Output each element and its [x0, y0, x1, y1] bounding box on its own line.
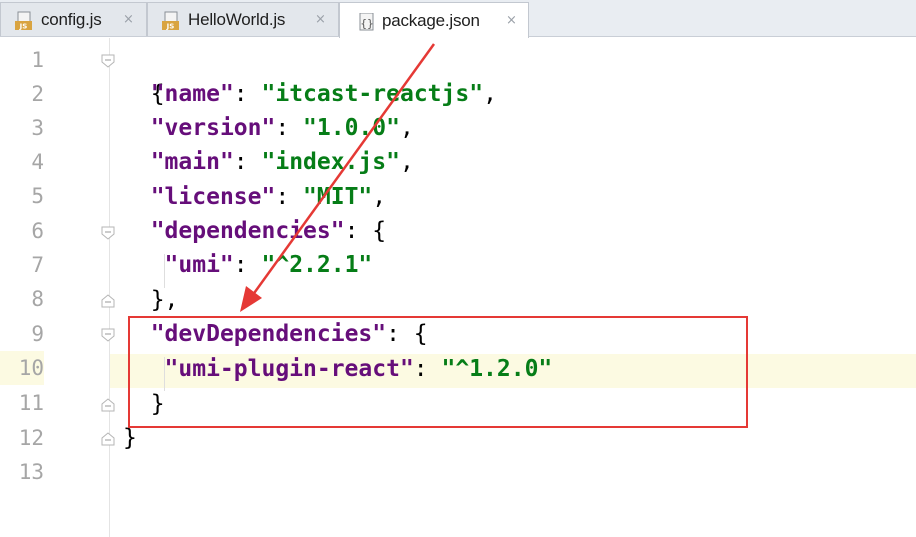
line-number: 8	[31, 287, 44, 311]
code-punct: },	[150, 287, 179, 313]
line-number: 7	[31, 253, 44, 277]
json-string: "1.0.0"	[303, 115, 400, 141]
editor-tab-bar: JS config.js × JS HelloWorld.js × {} pac…	[0, 0, 916, 38]
code-punct: :	[233, 252, 262, 278]
close-tab-icon[interactable]: ×	[506, 13, 517, 28]
code-punct: : {	[344, 218, 387, 244]
svg-text:{}: {}	[360, 17, 373, 30]
line-number: 2	[31, 82, 44, 106]
tab-label: config.js	[41, 9, 102, 29]
line-number: 6	[31, 219, 44, 243]
line-number: 4	[31, 150, 44, 174]
line-number-current: 10	[0, 351, 44, 385]
code-punct: :	[233, 81, 262, 107]
json-key: "umi"	[164, 252, 234, 278]
line-number: 11	[18, 391, 44, 415]
line-number: 13	[18, 460, 44, 484]
fold-end-icon[interactable]	[100, 431, 116, 447]
svg-text:JS: JS	[166, 23, 175, 31]
code-punct: ,	[399, 149, 414, 175]
code-punct: }	[123, 425, 137, 451]
code-line-2: "name": "itcast-reactjs",	[123, 77, 497, 111]
fold-end-icon[interactable]	[100, 293, 116, 309]
json-key: "main"	[150, 149, 234, 175]
json-key: "version"	[150, 115, 276, 141]
code-line-4: "main": "index.js",	[123, 145, 414, 179]
js-file-icon: JS	[162, 11, 179, 31]
line-number: 9	[31, 322, 44, 346]
json-string: "index.js"	[261, 149, 400, 175]
tab-label: HelloWorld.js	[188, 9, 286, 29]
code-line-7: "umi": "^2.2.1"	[123, 248, 373, 282]
tab-helloworld-js[interactable]: JS HelloWorld.js ×	[147, 2, 339, 36]
code-punct: ,	[399, 115, 414, 141]
code-line-5: "license": "MIT",	[123, 180, 386, 214]
code-line-6: "dependencies": {	[123, 214, 386, 248]
json-file-icon: {}	[359, 13, 374, 31]
line-number-gutter: 1 2 3 4 5 6 7 8 9 10 11 12 13	[0, 38, 110, 537]
code-punct: :	[275, 115, 304, 141]
json-key: "dependencies"	[150, 218, 345, 244]
js-file-icon: JS	[15, 11, 32, 31]
fold-end-icon[interactable]	[100, 397, 116, 413]
tab-label: package.json	[382, 10, 480, 30]
fold-collapse-icon[interactable]	[100, 53, 116, 69]
line-number: 12	[18, 426, 44, 450]
svg-text:JS: JS	[19, 23, 28, 31]
json-string: "MIT"	[303, 184, 373, 210]
code-line-1: {	[123, 43, 165, 107]
line-number: 5	[31, 184, 44, 208]
annotation-highlight-box	[128, 316, 748, 428]
code-line-8: },	[123, 283, 179, 317]
code-punct: ,	[372, 184, 387, 210]
code-punct: ,	[483, 81, 497, 107]
tab-config-js[interactable]: JS config.js ×	[0, 2, 147, 36]
line-number: 1	[31, 48, 44, 72]
close-tab-icon[interactable]: ×	[315, 12, 326, 27]
code-line-3: "version": "1.0.0",	[123, 111, 414, 145]
code-punct: :	[233, 149, 262, 175]
fold-collapse-icon[interactable]	[100, 225, 116, 241]
line-number: 3	[31, 116, 44, 140]
json-string: "^2.2.1"	[261, 252, 373, 278]
json-key: "license"	[150, 184, 276, 210]
tab-package-json[interactable]: {} package.json ×	[339, 2, 529, 38]
code-punct: :	[275, 184, 304, 210]
fold-collapse-icon[interactable]	[100, 327, 116, 343]
json-string: "itcast-reactjs"	[261, 81, 484, 107]
close-tab-icon[interactable]: ×	[123, 12, 134, 27]
json-key: "name"	[150, 81, 234, 107]
